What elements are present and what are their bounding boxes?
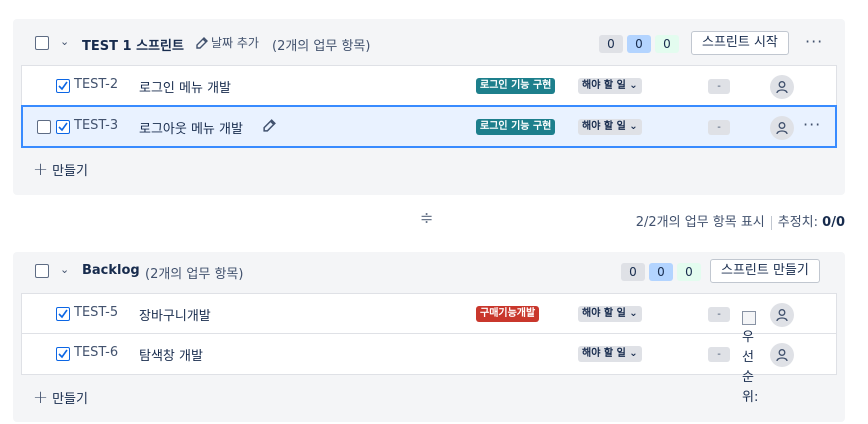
status-count-todo: 0 xyxy=(621,263,645,281)
priority-alt-text: 우선순위: xyxy=(742,330,759,405)
status-label: 해야 할 일 xyxy=(582,121,626,132)
issue-summary[interactable]: 탐색창 개발 xyxy=(139,345,203,364)
issue-type-task-icon xyxy=(56,79,70,93)
sprint-select-checkbox[interactable] xyxy=(35,36,49,50)
backlog-issue-list: TEST-5 장바구니개발 구매기능개발 해야 할 일 ⌄ - TEST-6 탐… xyxy=(21,293,837,375)
status-dropdown[interactable]: 해야 할 일 ⌄ xyxy=(578,306,642,322)
status-count-in-progress: 0 xyxy=(649,263,673,281)
status-dropdown[interactable]: 해야 할 일 ⌄ xyxy=(578,346,642,362)
broken-image-icon xyxy=(742,310,756,325)
issue-type-task-icon xyxy=(56,347,70,361)
issue-row[interactable]: TEST-2 로그인 메뉴 개발 로그인 기능 구현 해야 할 일 ⌄ - xyxy=(22,66,836,106)
assignee-avatar[interactable] xyxy=(770,343,794,367)
chevron-down-icon[interactable]: ⌄ xyxy=(60,35,69,48)
assignee-avatar[interactable] xyxy=(770,75,794,99)
chevron-down-icon: ⌄ xyxy=(629,348,638,359)
issue-key[interactable]: TEST-5 xyxy=(74,305,118,320)
backlog-panel: ⌄ Backlog (2개의 업무 항목) 0 0 0 스프린트 만들기 TES… xyxy=(13,252,845,422)
status-count-todo: 0 xyxy=(599,35,623,53)
issue-key[interactable]: TEST-6 xyxy=(74,345,118,360)
issues-shown-label: 2/2개의 업무 항목 표시 xyxy=(635,215,765,230)
assignee-avatar[interactable] xyxy=(770,303,794,327)
priority-icon: 우선순위: xyxy=(742,308,762,408)
edit-icon xyxy=(196,36,208,49)
create-issue-button[interactable]: + 만들기 xyxy=(33,388,88,407)
create-label: 만들기 xyxy=(52,392,88,407)
person-icon xyxy=(776,81,788,94)
chevron-down-icon[interactable]: ⌄ xyxy=(60,263,69,276)
estimate-badge[interactable]: - xyxy=(708,307,730,322)
issue-type-task-icon xyxy=(56,120,70,134)
epic-badge[interactable]: 로그인 기능 구현 xyxy=(476,119,556,135)
estimate-badge[interactable]: - xyxy=(708,120,730,135)
add-date-label: 날짜 추가 xyxy=(211,36,259,50)
chevron-down-icon: ⌄ xyxy=(629,121,638,132)
status-dropdown[interactable]: 해야 할 일 ⌄ xyxy=(578,78,642,94)
issue-type-task-icon xyxy=(56,307,70,321)
issue-summary[interactable]: 장바구니개발 xyxy=(139,305,211,324)
status-count-done: 0 xyxy=(655,35,679,53)
backlog-issue-count: (2개의 업무 항목) xyxy=(145,267,244,282)
issue-row[interactable]: TEST-5 장바구니개발 구매기능개발 해야 할 일 ⌄ - xyxy=(22,294,836,334)
create-label: 만들기 xyxy=(52,164,88,179)
chevron-down-icon: ⌄ xyxy=(629,308,638,319)
status-count-done: 0 xyxy=(677,263,701,281)
create-sprint-button[interactable]: 스프린트 만들기 xyxy=(710,259,820,283)
issue-select-checkbox[interactable] xyxy=(37,120,51,134)
issue-summary[interactable]: 로그아웃 메뉴 개발 xyxy=(139,118,243,137)
create-issue-button[interactable]: + 만들기 xyxy=(33,160,88,179)
chevron-down-icon: ⌄ xyxy=(629,80,638,91)
person-icon xyxy=(776,122,788,135)
add-date-button[interactable]: 날짜 추가 xyxy=(195,34,259,51)
status-count-in-progress: 0 xyxy=(627,35,651,53)
sprint-title[interactable]: TEST 1 스프린트 xyxy=(82,35,184,54)
issue-summary[interactable]: 로그인 메뉴 개발 xyxy=(139,77,231,96)
sprint-header: ⌄ TEST 1 스프린트 날짜 추가 (2개의 업무 항목) 0 0 0 스프… xyxy=(13,19,845,65)
issue-row-selected[interactable]: TEST-3 로그아웃 메뉴 개발 로그인 기능 구현 해야 할 일 ⌄ - ·… xyxy=(21,105,837,148)
status-label: 해야 할 일 xyxy=(582,348,626,359)
assignee-avatar[interactable] xyxy=(770,116,794,140)
edit-icon[interactable] xyxy=(262,118,277,137)
board-summary: 2/2개의 업무 항목 표시 추정치: 0/0 xyxy=(636,211,845,230)
issue-row[interactable]: TEST-6 탐색창 개발 해야 할 일 ⌄ - xyxy=(22,334,836,374)
epic-badge[interactable]: 구매기능개발 xyxy=(476,306,540,322)
drag-handle-icon[interactable]: ≑ xyxy=(420,208,433,227)
plus-icon: + xyxy=(33,158,49,180)
epic-badge[interactable]: 로그인 기능 구현 xyxy=(476,78,556,94)
sprint-issue-count: (2개의 업무 항목) xyxy=(272,39,371,54)
status-label: 해야 할 일 xyxy=(582,80,626,91)
start-sprint-button[interactable]: 스프린트 시작 xyxy=(691,31,789,55)
issue-more-button[interactable]: ··· xyxy=(803,115,821,134)
backlog-title: Backlog xyxy=(82,263,140,278)
sprint-issue-list: TEST-2 로그인 메뉴 개발 로그인 기능 구현 해야 할 일 ⌄ - TE… xyxy=(21,65,837,148)
estimate-badge[interactable]: - xyxy=(708,347,730,362)
person-icon xyxy=(776,349,788,362)
estimate-badge[interactable]: - xyxy=(708,79,730,94)
plus-icon: + xyxy=(33,386,49,408)
sprint-more-button[interactable]: ··· xyxy=(805,32,823,51)
person-icon xyxy=(776,309,788,322)
status-label: 해야 할 일 xyxy=(582,308,626,319)
estimate-value: 0/0 xyxy=(822,215,845,230)
sprint-panel: ⌄ TEST 1 스프린트 날짜 추가 (2개의 업무 항목) 0 0 0 스프… xyxy=(13,19,845,195)
backlog-select-checkbox[interactable] xyxy=(35,264,49,278)
issue-key[interactable]: TEST-2 xyxy=(74,77,118,92)
issue-key[interactable]: TEST-3 xyxy=(74,118,118,133)
estimate-label: 추정치: xyxy=(777,215,819,230)
status-dropdown[interactable]: 해야 할 일 ⌄ xyxy=(578,119,642,135)
backlog-header: ⌄ Backlog (2개의 업무 항목) 0 0 0 스프린트 만들기 xyxy=(13,252,845,298)
